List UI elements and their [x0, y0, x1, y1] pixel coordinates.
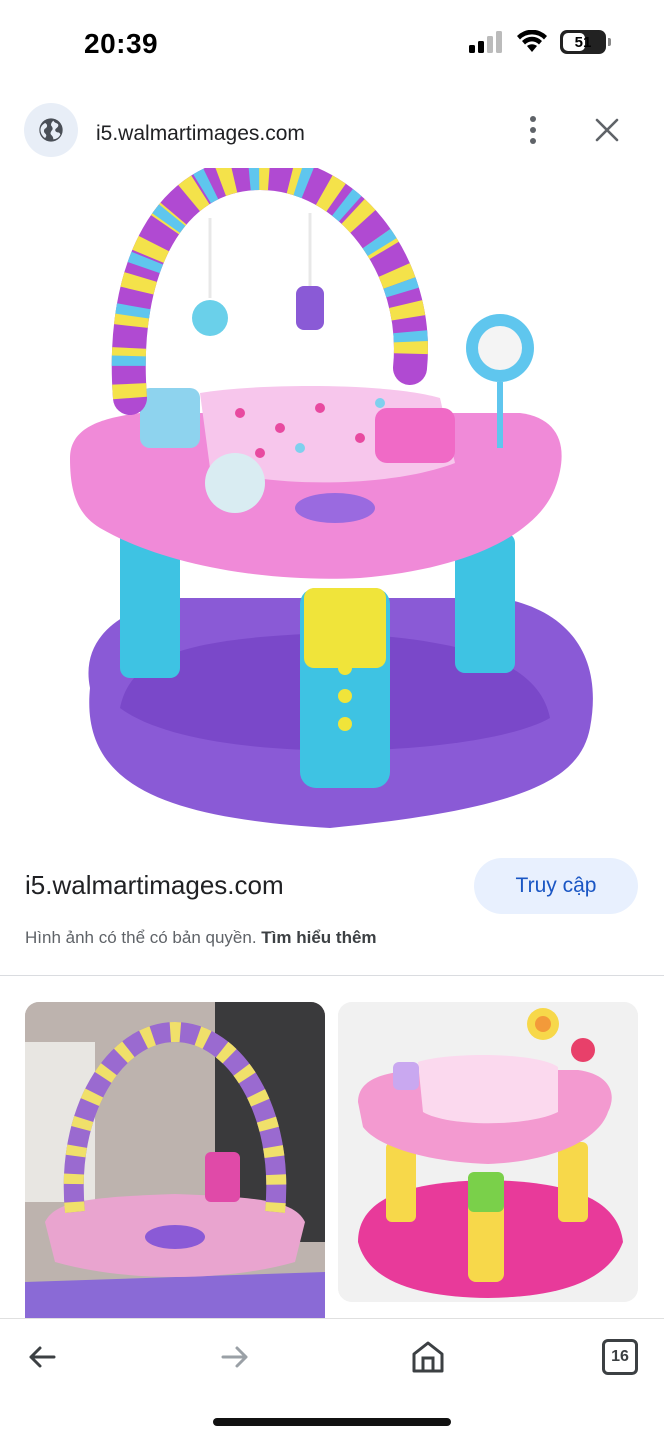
tabs-count: 16	[602, 1339, 638, 1375]
learn-more-link[interactable]: Tìm hiểu thêm	[261, 928, 376, 947]
close-icon[interactable]	[588, 110, 626, 150]
status-icons: 51	[468, 30, 611, 54]
status-bar: 20:39 51	[0, 0, 664, 92]
copyright-text: Hình ảnh có thể có bản quyền.	[25, 928, 257, 947]
visit-button[interactable]: Truy cập	[474, 858, 638, 914]
more-vertical-icon[interactable]	[516, 110, 550, 150]
url-text[interactable]: i5.walmartimages.com	[96, 122, 305, 146]
globe-icon[interactable]	[24, 103, 78, 157]
copyright-notice: Hình ảnh có thể có bản quyền. Tìm hiểu t…	[25, 928, 377, 948]
url-header: i5.walmartimages.com	[0, 100, 664, 162]
battery-percent: 51	[574, 33, 592, 51]
related-image-1[interactable]	[25, 1002, 325, 1320]
home-indicator	[213, 1418, 451, 1426]
image-source-domain[interactable]: i5.walmartimages.com	[25, 870, 284, 901]
divider	[0, 975, 664, 976]
tabs-button[interactable]: 16	[596, 1333, 644, 1381]
arrow-right-icon[interactable]	[211, 1333, 259, 1381]
wifi-icon	[517, 30, 547, 52]
battery-icon: 51	[560, 30, 611, 54]
main-image[interactable]	[60, 155, 604, 836]
arrow-left-icon[interactable]	[18, 1333, 66, 1381]
status-time: 20:39	[84, 28, 159, 59]
related-image-2[interactable]	[338, 1002, 638, 1302]
home-icon[interactable]	[404, 1333, 452, 1381]
cellular-signal-icon	[469, 31, 502, 53]
